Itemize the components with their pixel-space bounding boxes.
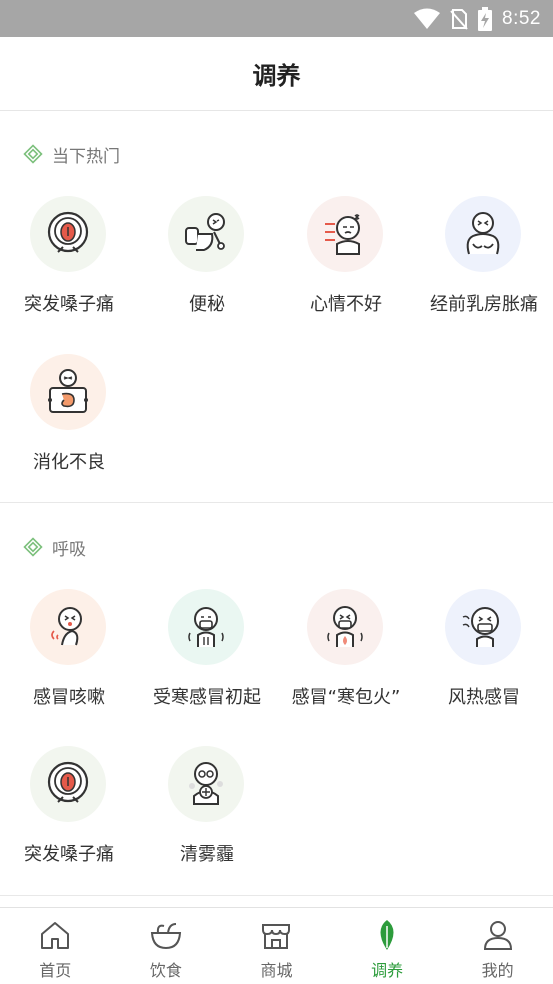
item-label: 感冒咳嗽 [33,687,105,708]
item-icon-bg [168,589,244,665]
item-icon-bg [30,589,106,665]
item-icon-bg [168,746,244,822]
item-icon-bg [307,196,383,272]
sore-throat-icon [47,211,89,253]
tab-care[interactable]: 调养 [332,908,443,984]
item-sore-throat[interactable]: 突发嗓子痛 [0,196,138,336]
item-label: 清雾霾 [180,844,234,865]
user-icon [483,921,512,950]
indigestion-icon [48,369,88,413]
home-icon [41,922,70,949]
item-icon-bg [30,746,106,822]
cough-icon [51,607,82,646]
page-title: 调养 [252,62,301,90]
item-wind-heat-cold[interactable]: 风热感冒 [415,589,553,729]
page-header: 调养 [0,37,553,111]
item-breast-pain[interactable]: 经前乳房胀痛 [415,196,553,336]
item-bad-mood[interactable]: 心情不好 [277,196,415,336]
item-icon-bg [307,589,383,665]
item-label: 便秘 [189,294,225,315]
breast-pain-icon [466,212,500,255]
smog-mask-icon [189,762,223,805]
leaf-icon [380,920,394,950]
tab-label: 首页 [39,961,72,980]
item-label: 风热感冒 [448,687,520,708]
section-header-breathing: 呼吸 [22,535,86,560]
item-icon-bg [445,196,521,272]
item-cold-chill[interactable]: 受寒感冒初起 [138,589,276,729]
no-sim-icon [450,8,468,30]
section-divider [0,895,553,896]
item-icon-bg [30,354,106,430]
section-title: 当下热门 [52,146,120,167]
constipation-icon [185,213,225,251]
sore-throat-icon [47,761,89,803]
item-label: 消化不良 [33,452,105,473]
diamond-pattern-icon [23,144,43,164]
item-icon-bg [168,196,244,272]
tab-shop[interactable]: 商城 [221,908,332,984]
tab-diet[interactable]: 饮食 [111,908,222,984]
bowl-icon [150,923,181,950]
tab-label: 我的 [481,961,514,980]
tab-label: 饮食 [149,961,182,980]
item-indigestion[interactable]: 消化不良 [0,354,138,494]
tab-mine[interactable]: 我的 [442,908,553,984]
section-title: 呼吸 [52,539,86,560]
bad-mood-icon [325,214,360,255]
item-label: 心情不好 [310,294,382,315]
cold-chill-icon [188,607,224,647]
tab-label: 商城 [260,961,293,980]
item-cough[interactable]: 感冒咳嗽 [0,589,138,729]
item-sore-throat-2[interactable]: 突发嗓子痛 [0,746,138,886]
item-label: 突发嗓子痛 [24,294,114,315]
bottom-tab-bar: 首页 饮食 商城 调养 我的 [0,907,553,984]
status-icons: 8:52 [414,0,541,37]
item-label: 受寒感冒初起 [153,687,261,708]
battery-charging-icon [478,6,493,31]
item-icon-bg [445,589,521,665]
wind-heat-cold-icon [462,607,499,647]
shop-icon [262,924,291,949]
item-constipation[interactable]: 便秘 [138,196,276,336]
section-header-hot: 当下热门 [22,142,120,167]
item-smog[interactable]: 清雾霾 [138,746,276,886]
item-cold-fire[interactable]: 感冒“寒包火” [277,589,415,729]
cold-fire-icon [327,606,363,647]
wifi-icon [414,8,441,29]
item-label: 感冒“寒包火” [291,687,401,708]
status-bar: 8:52 [0,0,553,37]
item-label: 经前乳房胀痛 [430,294,538,315]
tab-home[interactable]: 首页 [0,908,111,984]
item-icon-bg [30,196,106,272]
diamond-pattern-icon [23,537,43,557]
section-divider [0,502,553,503]
item-label: 突发嗓子痛 [24,844,114,865]
tab-label: 调养 [371,961,404,980]
status-time: 8:52 [502,7,541,29]
